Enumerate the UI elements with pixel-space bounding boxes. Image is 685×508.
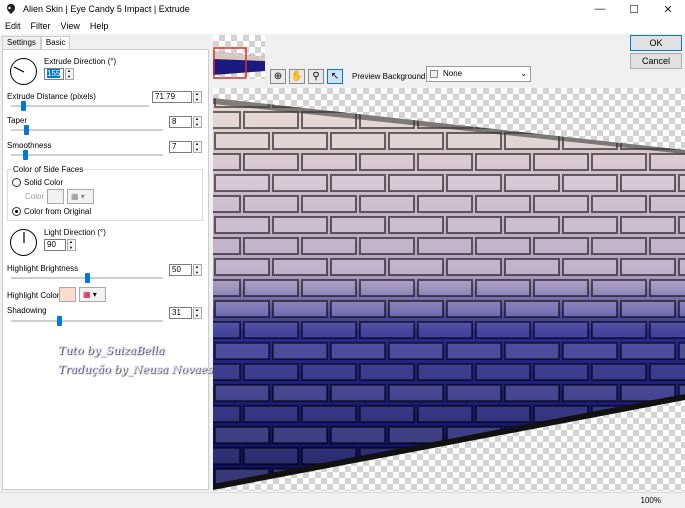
close-button[interactable]: ✕ [651, 0, 685, 18]
magnifier-icon: ⚲ [312, 71, 320, 82]
cancel-button[interactable]: Cancel [630, 53, 682, 69]
smoothness-slider[interactable] [23, 150, 28, 160]
side-color-label: Color [25, 192, 45, 201]
extruded-wall-image [213, 98, 685, 490]
highlight-color-swatch[interactable] [59, 287, 76, 302]
highlight-color-label: Highlight Color [7, 291, 60, 300]
zoom-level: 100% [640, 496, 661, 505]
menu-view[interactable]: View [56, 21, 85, 31]
menu-help[interactable]: Help [85, 21, 114, 31]
chevron-down-icon: ⌄ [520, 69, 527, 78]
minimize-button[interactable]: — [583, 0, 617, 18]
menu-filter[interactable]: Filter [26, 21, 56, 31]
side-faces-group-label: Color of Side Faces [11, 165, 86, 174]
hand-icon: ✋ [290, 71, 304, 82]
watermark-line-2: Tradução by_Neusa Novaes [58, 363, 213, 376]
maximize-button[interactable]: ☐ [617, 0, 651, 18]
extrude-distance-input[interactable]: 71.79 [152, 91, 192, 103]
pan-tool-button[interactable]: ✋ [289, 69, 305, 84]
solid-color-label: Solid Color [24, 178, 64, 187]
status-bar: 100% [0, 492, 685, 508]
extrude-distance-label: Extrude Distance (pixels) [7, 92, 96, 101]
extrude-distance-slider[interactable] [21, 101, 26, 111]
preview-background-label: Preview Background: [352, 72, 428, 81]
tab-settings[interactable]: Settings [2, 36, 41, 49]
smoothness-spinner[interactable] [193, 141, 202, 153]
shadowing-slider[interactable] [57, 316, 62, 326]
extrude-direction-input[interactable]: 155 [44, 68, 64, 80]
extrude-direction-dial[interactable] [10, 58, 37, 85]
color-from-original-radio[interactable] [12, 207, 21, 216]
smoothness-track[interactable] [11, 154, 163, 156]
highlight-brightness-label: Highlight Brightness [7, 264, 79, 273]
title-bar: Alien Skin | Eye Candy 5 Impact | Extrud… [0, 0, 685, 18]
menu-edit[interactable]: Edit [0, 21, 26, 31]
highlight-color-picker-button[interactable]: ▦ ▾ [79, 287, 106, 302]
shadowing-input[interactable]: 31 [169, 307, 192, 319]
thumbnail-image [213, 47, 265, 79]
highlight-brightness-spinner[interactable] [193, 264, 202, 276]
alien-skin-logo-icon [7, 4, 15, 14]
color-grid-icon: ▦ [83, 290, 91, 299]
solid-color-radio[interactable] [12, 178, 21, 187]
select-tool-button[interactable]: ↖ [327, 69, 343, 84]
extrude-distance-track[interactable] [11, 105, 149, 107]
extrude-direction-label: Extrude Direction (°) [44, 57, 117, 66]
settings-tabs: Settings Basic [2, 36, 71, 49]
highlight-brightness-input[interactable]: 50 [169, 264, 192, 276]
zoom-preview-icon: ⊕ [273, 71, 283, 82]
watermark-line-1: Tuto by_SuizaBella [58, 344, 165, 357]
window-title: Alien Skin | Eye Candy 5 Impact | Extrud… [23, 4, 190, 14]
color-from-original-label: Color from Original [24, 207, 92, 216]
smoothness-label: Smoothness [7, 141, 52, 150]
zoom-tool-button[interactable]: ⚲ [308, 69, 324, 84]
dial-needle-icon [23, 232, 25, 243]
menu-bar: Edit Filter View Help [0, 18, 685, 34]
light-direction-label: Light Direction (°) [44, 228, 106, 237]
pointer-icon: ↖ [330, 71, 340, 82]
background-swatch-icon [430, 70, 438, 78]
side-color-picker-button[interactable]: ▦ ▾ [67, 189, 94, 204]
light-direction-spinner[interactable] [67, 239, 76, 251]
dial-needle-icon [13, 66, 25, 73]
taper-slider[interactable] [24, 125, 29, 135]
light-direction-dial[interactable] [10, 229, 37, 256]
shadowing-spinner[interactable] [193, 307, 202, 319]
smoothness-input[interactable]: 7 [169, 141, 192, 153]
extrude-distance-spinner[interactable] [193, 91, 202, 103]
extrude-direction-spinner[interactable] [65, 68, 74, 80]
ok-button[interactable]: OK [630, 35, 682, 51]
taper-track[interactable] [11, 129, 163, 131]
taper-input[interactable]: 8 [169, 116, 192, 128]
shadowing-track[interactable] [11, 320, 163, 322]
tab-basic[interactable]: Basic [40, 36, 71, 49]
taper-spinner[interactable] [193, 116, 202, 128]
navigator-thumbnail[interactable] [213, 35, 265, 79]
preview-area: ⊕ ✋ ⚲ ↖ Preview Background: None ⌄ OK Ca… [58, 35, 685, 491]
highlight-brightness-slider[interactable] [85, 273, 90, 283]
preview-background-select[interactable]: None ⌄ [426, 66, 531, 82]
shadowing-label: Shadowing [7, 306, 47, 315]
color-grid-icon: ▦ [71, 192, 79, 201]
light-direction-input[interactable]: 90 [44, 239, 66, 251]
taper-label: Taper [7, 116, 28, 125]
zoom-preview-button[interactable]: ⊕ [270, 69, 286, 84]
preview-canvas[interactable]: Tuto by_SuizaBella Tradução by_Neusa Nov… [58, 88, 685, 491]
side-color-swatch[interactable] [47, 189, 64, 204]
basic-panel: Extrude Direction (°) 155 Extrude Distan… [2, 49, 209, 490]
